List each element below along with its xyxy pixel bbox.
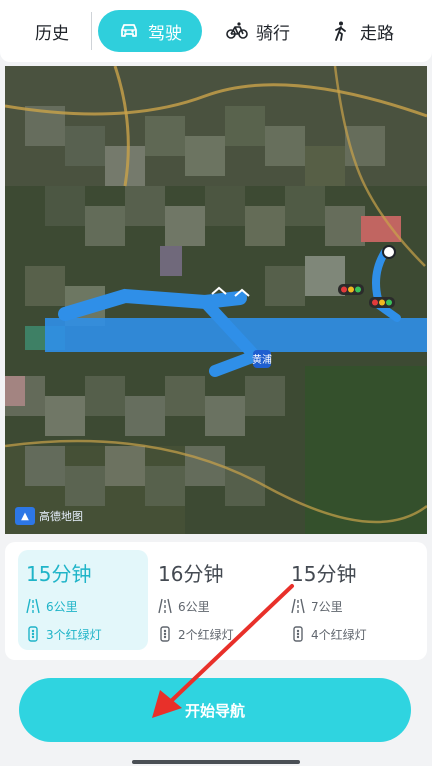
route-options: 15分钟 6公里 3个红绿灯 16分钟 6公里 2个红绿灯 15分钟 7公里 4… [5, 542, 427, 660]
bicycle-icon [226, 20, 248, 42]
traffic-light-icon [26, 626, 40, 642]
map-provider-logo: ▲ 高德地图 [15, 506, 83, 526]
waypoint-marker-text: 黄浦 [252, 353, 272, 366]
route-time: 15分钟 [291, 562, 357, 586]
traffic-light-icon [158, 626, 172, 642]
route-distance: 6公里 [46, 599, 78, 614]
tab-history-label: 历史 [35, 23, 69, 44]
start-navigation-label: 开始导航 [184, 701, 245, 720]
tab-ride-label: 骑行 [256, 23, 290, 44]
route-time: 15分钟 [26, 562, 92, 586]
route-distance: 7公里 [311, 599, 343, 614]
walk-icon [330, 20, 352, 42]
tab-history[interactable]: 历史 [22, 10, 82, 52]
tab-ride[interactable]: 骑行 [214, 10, 302, 52]
map-logo-icon: ▲ [15, 507, 35, 525]
route-time: 16分钟 [158, 562, 224, 586]
route-option-3[interactable]: 15分钟 7公里 4个红绿灯 [283, 550, 413, 650]
home-indicator [132, 760, 300, 764]
car-icon [118, 20, 140, 42]
route-lights-row: 4个红绿灯 [291, 624, 413, 644]
tab-divider [91, 12, 92, 50]
traffic-light-icon [291, 626, 305, 642]
tab-walk[interactable]: 走路 [318, 10, 406, 52]
map-logo-text: 高德地图 [39, 510, 83, 523]
route-lights: 4个红绿灯 [311, 627, 367, 642]
map-canvas: 黄浦 [5, 66, 427, 534]
route-distance-row: 6公里 [26, 596, 148, 616]
route-lights: 3个红绿灯 [46, 627, 102, 642]
tab-drive-label: 驾驶 [148, 23, 182, 44]
tab-drive[interactable]: 驾驶 [98, 10, 202, 52]
route-option-2[interactable]: 16分钟 6公里 2个红绿灯 [150, 550, 280, 650]
route-lights: 2个红绿灯 [178, 627, 234, 642]
route-distance: 6公里 [178, 599, 210, 614]
route-distance-row: 6公里 [158, 596, 280, 616]
road-icon [158, 598, 172, 614]
transport-mode-tabbar: 历史 驾驶 骑行 走路 [0, 0, 432, 62]
road-icon [26, 598, 40, 614]
route-lights-row: 2个红绿灯 [158, 624, 280, 644]
road-icon [291, 598, 305, 614]
route-map[interactable]: 黄浦 ▲ 高德地图 [5, 66, 427, 534]
tab-walk-label: 走路 [360, 23, 394, 44]
route-distance-row: 7公里 [291, 596, 413, 616]
route-option-1[interactable]: 15分钟 6公里 3个红绿灯 [18, 550, 148, 650]
route-lights-row: 3个红绿灯 [26, 624, 148, 644]
start-navigation-button[interactable]: 开始导航 [19, 678, 411, 742]
